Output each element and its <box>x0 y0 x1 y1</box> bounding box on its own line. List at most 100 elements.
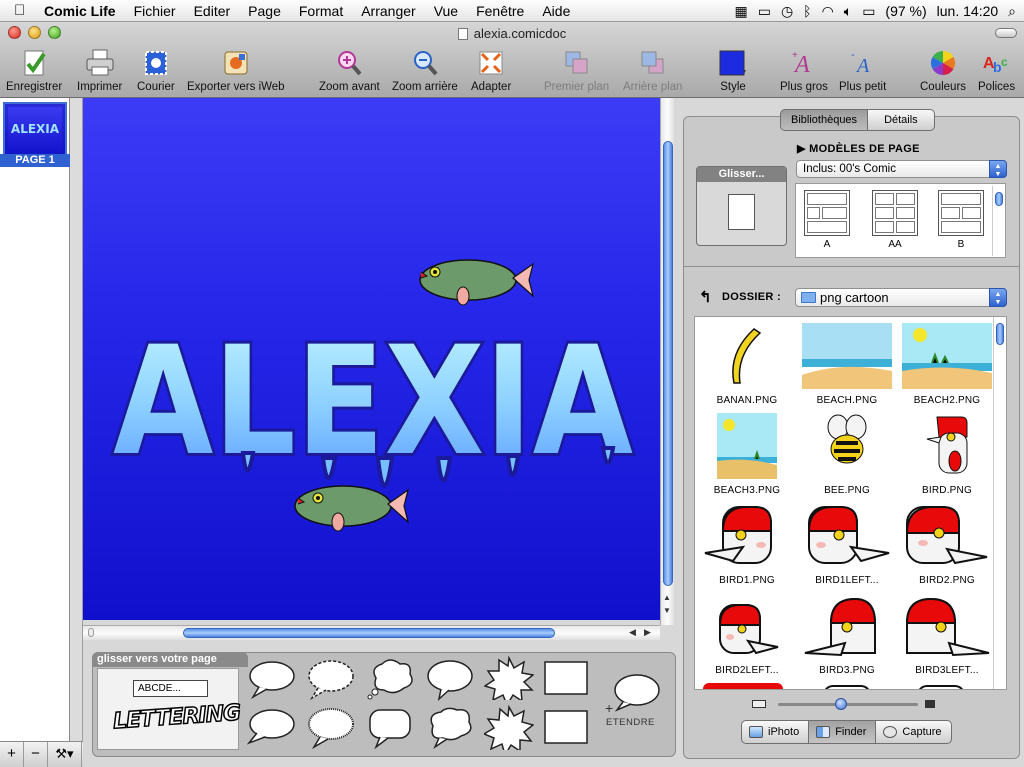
file-bird2left[interactable]: BIRD2LEFT... <box>695 593 799 676</box>
template-set-select[interactable]: Inclus: 00's Comic ▲ ▼ <box>796 160 1007 178</box>
display-icon[interactable]: ▭ <box>758 3 771 20</box>
font-smaller-button[interactable]: A- Plus petit <box>839 48 886 93</box>
file-bird3[interactable]: BIRD3.PNG <box>795 593 899 676</box>
spaces-icon[interactable]: ▦ <box>734 3 747 20</box>
canvas-horizontal-scrollbar[interactable]: ◀ ▶ <box>83 625 660 640</box>
file-browser-scroll-thumb[interactable] <box>996 323 1004 345</box>
menu-aide[interactable]: Aide <box>533 3 579 19</box>
zoom-in-button[interactable]: Zoom avant <box>319 48 380 93</box>
lettering-artwork[interactable]: ALEXIA <box>83 98 660 620</box>
mail-button[interactable]: Courier <box>137 48 175 93</box>
balloon-caption-box-2[interactable] <box>542 708 592 750</box>
expand-tray-label[interactable]: ETENDRE <box>606 717 655 728</box>
bring-front-button[interactable]: Premier plan <box>544 48 609 93</box>
print-button[interactable]: Imprimer <box>77 48 122 93</box>
send-back-button[interactable]: Arrière plan <box>623 48 682 93</box>
template-b[interactable]: B <box>936 190 986 250</box>
file-bird[interactable]: BIRD.PNG <box>895 413 999 496</box>
menu-clock[interactable]: lun. 14:20 <box>937 3 999 19</box>
tab-details[interactable]: Détails <box>868 109 935 131</box>
apple-menu-icon[interactable]:  <box>14 2 36 19</box>
menu-fichier[interactable]: Fichier <box>125 3 185 19</box>
menu-format[interactable]: Format <box>290 3 352 19</box>
scroll-right-arrow[interactable]: ▶ <box>644 627 651 638</box>
fish-sticker-top[interactable] <box>419 259 535 306</box>
fit-button[interactable]: Adapter <box>471 48 511 93</box>
templates-scroll-thumb[interactable] <box>995 192 1003 206</box>
wifi-icon[interactable]: ◠ <box>822 3 834 20</box>
templates-scrollbar[interactable] <box>992 186 1004 256</box>
balloon-speech-wide[interactable] <box>425 659 475 701</box>
drag-page-well[interactable]: Glisser... <box>696 166 787 246</box>
balloon-shout[interactable] <box>484 704 534 750</box>
caption-text-sample[interactable]: ABCDE... <box>133 680 208 697</box>
bluetooth-icon[interactable]: ᛒ <box>803 3 811 19</box>
inspector-divider[interactable] <box>684 266 1020 267</box>
canvas-vertical-scrollbar[interactable]: ▲ ▼ <box>660 98 674 625</box>
colors-button[interactable]: Couleurs <box>920 48 966 93</box>
time-machine-icon[interactable]: ◷ <box>781 3 793 20</box>
slider-knob[interactable] <box>835 698 847 710</box>
balloon-scallop[interactable] <box>306 706 356 750</box>
menu-fenetre[interactable]: Fenêtre <box>467 3 533 19</box>
file-beach2[interactable]: BEACH2.PNG <box>895 323 999 406</box>
zoom-out-button[interactable]: Zoom arrière <box>392 48 458 93</box>
save-button[interactable]: Enregistrer <box>6 48 62 93</box>
balloon-speech-round[interactable] <box>247 660 297 700</box>
file-bird2[interactable]: BIRD2.PNG <box>895 503 999 586</box>
menu-editer[interactable]: Editer <box>185 3 240 19</box>
battery-percent[interactable]: (97 %) <box>885 3 926 19</box>
fish-sticker-bottom[interactable] <box>294 485 410 532</box>
balloon-whisper[interactable] <box>306 658 356 700</box>
canvas-vertical-scroll-thumb[interactable] <box>663 141 673 586</box>
balloon-thought[interactable] <box>366 658 416 700</box>
tab-iphoto[interactable]: iPhoto <box>741 720 810 744</box>
folder-select[interactable]: png cartoon ▲ ▼ <box>795 288 1007 307</box>
scroll-down-arrow[interactable]: ▼ <box>663 606 671 615</box>
spotlight-icon[interactable]: ⌕ <box>1008 3 1016 20</box>
scroll-up-arrow[interactable]: ▲ <box>663 593 671 602</box>
tab-bibliotheques[interactable]: Bibliothèques <box>780 109 869 131</box>
thumbnail-size-slider[interactable] <box>750 697 940 711</box>
tab-capture[interactable]: Capture <box>876 720 952 744</box>
remove-page-button[interactable]: − <box>24 742 48 767</box>
balloon-burst[interactable] <box>484 656 534 700</box>
file-bird3left[interactable]: BIRD3LEFT... <box>895 593 999 676</box>
toolbar-toggle-button[interactable] <box>995 28 1017 38</box>
battery-icon[interactable]: ▭ <box>862 3 875 20</box>
template-a[interactable]: A <box>802 190 852 250</box>
fonts-button[interactable]: Abc Polices <box>978 48 1015 93</box>
menu-vue[interactable]: Vue <box>425 3 467 19</box>
balloon-speech-left[interactable] <box>247 708 297 750</box>
expand-tray-balloon[interactable]: + <box>605 672 661 714</box>
page-thumbnail[interactable]: ALEXIA <box>3 102 67 156</box>
scroll-left-arrow[interactable]: ◀ <box>629 627 636 638</box>
template-aa[interactable]: AA <box>870 190 920 250</box>
page-templates-header[interactable]: ▶ MODÈLES DE PAGE <box>797 142 920 155</box>
add-page-button[interactable]: + <box>0 742 24 767</box>
font-bigger-button[interactable]: A + Plus gros <box>780 48 828 93</box>
file-bee[interactable]: BEE.PNG <box>795 413 899 496</box>
volume-icon[interactable]: 🔈︎ <box>844 3 852 20</box>
canvas-horizontal-scroll-thumb[interactable] <box>183 628 555 638</box>
style-button[interactable]: Style <box>718 48 748 93</box>
balloon-rounded-rect[interactable] <box>366 706 416 750</box>
menu-arranger[interactable]: Arranger <box>352 3 424 19</box>
menu-app-name[interactable]: Comic Life <box>36 3 125 19</box>
balloon-caption-box[interactable] <box>542 659 592 701</box>
file-beach3[interactable]: BEACH3.PNG <box>695 413 799 496</box>
slider-track[interactable] <box>778 703 918 706</box>
file-banan[interactable]: BANAN.PNG <box>695 323 799 406</box>
file-bird1left[interactable]: BIRD1LEFT... <box>795 503 899 586</box>
page-actions-button[interactable]: ⚒▾ <box>48 742 82 767</box>
export-iweb-button[interactable]: Exporter vers iWeb <box>187 48 285 93</box>
page-label[interactable]: PAGE 1 <box>0 154 70 167</box>
menu-page[interactable]: Page <box>239 3 290 19</box>
balloon-cloud[interactable] <box>425 706 475 750</box>
file-browser-scrollbar[interactable] <box>993 317 1006 689</box>
parent-folder-icon[interactable]: ↰ <box>699 288 712 306</box>
file-beach[interactable]: BEACH.PNG <box>795 323 899 406</box>
tab-finder[interactable]: Finder <box>809 720 877 744</box>
file-bird1[interactable]: BIRD1.PNG <box>695 503 799 586</box>
comic-page-canvas[interactable]: ALEXIA <box>83 98 660 620</box>
